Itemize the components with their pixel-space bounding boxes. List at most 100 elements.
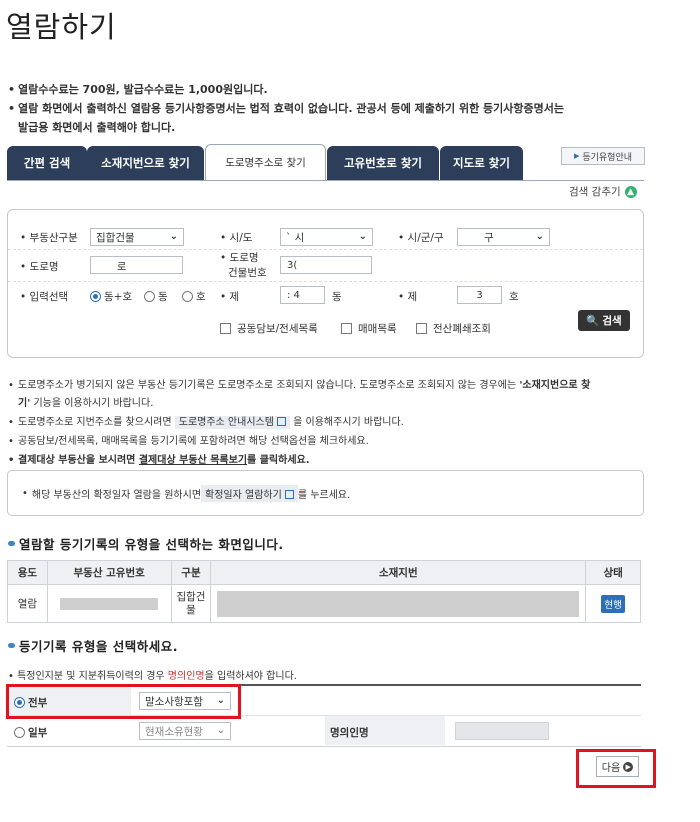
cell-state: 현행 [585, 584, 641, 623]
bullet: • [22, 487, 28, 499]
record-row-partial: 일부 현재소유현황 ⌄ 명의인명 [7, 716, 641, 746]
search-button-label: 검색 [602, 315, 622, 327]
section-marker-icon [8, 541, 15, 546]
ho-unit: 호 [509, 291, 519, 303]
radio-dong[interactable]: 동 [144, 289, 168, 304]
search-icon: 🔍 [586, 315, 600, 327]
search-tabs: 간편 검색 소재지번으로 찾기 도로명주소로 찾기 고유번호로 찾기 지도로 찾… [7, 144, 647, 180]
notice-item: 열람수수료는 700원, 발급수수료는 1,000원입니다. [8, 80, 648, 99]
warn-text: 을 입력하셔야 합니다. [204, 671, 297, 682]
owner-name-warning: • 특정인지분 및 지분취득이력의 경우 명의인명을 입력하셔야 합니다. [8, 667, 297, 682]
confirm-date-box: • 해당 부동산의 확정일자 열람을 원하시면 확정일자 열람하기 를 누르세요… [7, 470, 644, 516]
dong-unit: 동 [332, 291, 342, 303]
property-type-select[interactable]: 집합건물 ⌄ [90, 228, 184, 246]
tab-map[interactable]: 지도로 찾기 [440, 146, 523, 180]
road-address-system-link[interactable]: 도로명주소 안내시스템 [174, 416, 290, 429]
info-item: 도로명주소가 병기되지 않은 부동산 등기기록은 도로명주소로 조회되지 않습니… [8, 377, 648, 413]
radio-label: 동 [158, 291, 168, 303]
cell-type: 집합건물 [170, 584, 212, 623]
chevron-down-icon: ⌄ [169, 231, 178, 242]
form-row-1: 부동산구분 집합건물 ⌄ 시/도 ` 시 ⌄ 시/군/구 구 ⌄ [8, 210, 643, 250]
tab-simple-search[interactable]: 간편 검색 [7, 146, 87, 180]
confirm-text: 해당 부동산의 확정일자 열람을 원하시면 [31, 489, 202, 501]
owner-name-input[interactable] [455, 722, 549, 740]
closed-record-checkbox[interactable]: 전산폐쇄조회 [416, 321, 491, 336]
info-text: 를 클릭하세요. [247, 455, 310, 466]
radio-label: 동+호 [104, 291, 133, 303]
play-arrow-icon: ▶ [573, 152, 580, 160]
redacted-block [60, 597, 159, 610]
payment-list-link[interactable]: 결제대상 부동산 목록보기 [139, 455, 247, 466]
info-text: 결제대상 부동산을 보시려면 [18, 455, 139, 466]
search-form: 부동산구분 집합건물 ⌄ 시/도 ` 시 ⌄ 시/군/구 구 ⌄ 도로명 로 도… [7, 209, 644, 358]
info-item: 결제대상 부동산을 보시려면 결제대상 부동산 목록보기를 클릭하세요. [8, 451, 648, 470]
table-header-row: 용도 부동산 고유번호 구분 소재지번 상태 [7, 560, 641, 585]
search-button[interactable]: 🔍 검색 [578, 310, 630, 331]
chevron-down-icon: ⌄ [535, 231, 544, 242]
checkbox-icon [341, 323, 352, 334]
joint-collateral-checkbox[interactable]: 공동담보/전세목록 [220, 321, 318, 336]
highlight-box-full [6, 684, 241, 719]
arrow-right-icon: ▶ [623, 761, 634, 772]
confirm-date-button[interactable]: 확정일자 열람하기 [201, 484, 298, 502]
next-button[interactable]: 다음 ▶ [596, 756, 639, 777]
sales-list-checkbox[interactable]: 매매목록 [341, 321, 397, 336]
sido-label: 시/도 [220, 230, 253, 245]
building-number-input[interactable]: 3( [280, 256, 372, 274]
chevron-down-icon: ⌄ [358, 231, 367, 242]
radio-label: 일부 [28, 727, 48, 739]
checkbox-label: 공동담보/전세목록 [237, 323, 318, 335]
link-label: 도로명주소 안내시스템 [178, 417, 274, 428]
radio-partial[interactable]: 일부 [14, 725, 47, 740]
col-header-address: 소재지번 [210, 560, 587, 585]
radio-label: 호 [196, 291, 206, 303]
building-number-label-line2: 건물번호 [228, 267, 267, 279]
info-emphasis: '소재지번으로 찾 [519, 380, 591, 391]
section-title-record-type: 열람할 등기기록의 유형을 선택하는 화면입니다. [8, 534, 284, 553]
building-number-label-line1: 도로명 [229, 252, 259, 264]
property-type-label: 부동산구분 [20, 230, 78, 245]
col-header-use: 용도 [7, 560, 48, 585]
result-table: 용도 부동산 고유번호 구분 소재지번 상태 열람 집합건물 현행 [7, 560, 641, 623]
info-item: 도로명주소로 지번주소를 찾으시려면 도로명주소 안내시스템 을 이용해주시기 … [8, 413, 648, 432]
tab-lot-number[interactable]: 소재지번으로 찾기 [87, 146, 204, 180]
tab-road-address[interactable]: 도로명주소로 찾기 [205, 144, 326, 180]
chevron-up-icon: ▲ [624, 185, 637, 198]
ho-input[interactable]: 3 [457, 286, 502, 304]
notice-item: 열람 화면에서 출력하신 열람용 등기사항증명서는 법적 효력이 없습니다. 관… [8, 99, 648, 118]
confirm-button-label: 확정일자 열람하기 [205, 489, 282, 501]
section-marker-icon [8, 643, 15, 648]
info-item: 공동담보/전세목록, 매매목록을 등기기록에 포함하려면 해당 선택옵션을 체크… [8, 432, 648, 451]
road-name-input[interactable]: 로 [90, 256, 183, 274]
radio-dong-ho[interactable]: 동+호 [90, 289, 132, 304]
col-header-unique-no: 부동산 고유번호 [46, 560, 172, 585]
registry-type-guide-button[interactable]: ▶ 등기유형안내 [561, 147, 645, 165]
dong-input[interactable]: : 4 [280, 286, 325, 304]
checkbox-label: 전산폐쇄조회 [433, 323, 491, 335]
redacted-block [217, 590, 580, 617]
cell-use: 열람 [7, 584, 48, 623]
form-row-3: 입력선택 동+호 동 호 제 : 4 동 제 3 호 [8, 282, 643, 310]
chevron-down-icon: ⌄ [216, 725, 225, 736]
fee-notice: 열람수수료는 700원, 발급수수료는 1,000원입니다. 열람 화면에서 출… [8, 80, 648, 137]
property-type-value: 집합건물 [96, 231, 135, 244]
radio-icon [14, 727, 25, 738]
info-text: 기능을 이용하시기 바랍니다. [30, 398, 154, 409]
sigungu-select[interactable]: 구 ⌄ [457, 228, 550, 246]
info-text: 도로명주소가 병기되지 않은 부동산 등기기록은 도로명주소로 조회되지 않습니… [18, 380, 520, 391]
partial-option-select[interactable]: 현재소유현황 ⌄ [139, 722, 231, 740]
ho-label: 제 [398, 289, 418, 304]
tab-unique-number[interactable]: 고유번호로 찾기 [327, 146, 439, 180]
notice-item-continued: 발급용 화면에서 출력해야 합니다. [18, 121, 176, 134]
road-name-label: 도로명 [20, 259, 59, 274]
col-header-state: 상태 [585, 560, 641, 585]
collapse-search-toggle[interactable]: 검색 감추기 ▲ [569, 184, 637, 199]
table-row[interactable]: 열람 집합건물 현행 [7, 584, 641, 623]
next-button-label: 다음 [601, 763, 621, 774]
checkbox-icon [220, 323, 231, 334]
radio-ho[interactable]: 호 [182, 289, 206, 304]
info-text: 도로명주소로 지번주소를 찾으시려면 [18, 417, 175, 428]
sido-select[interactable]: ` 시 ⌄ [280, 228, 373, 246]
dong-label: 제 [220, 289, 240, 304]
form-row-2: 도로명 로 도로명 건물번호 3( [8, 250, 643, 282]
